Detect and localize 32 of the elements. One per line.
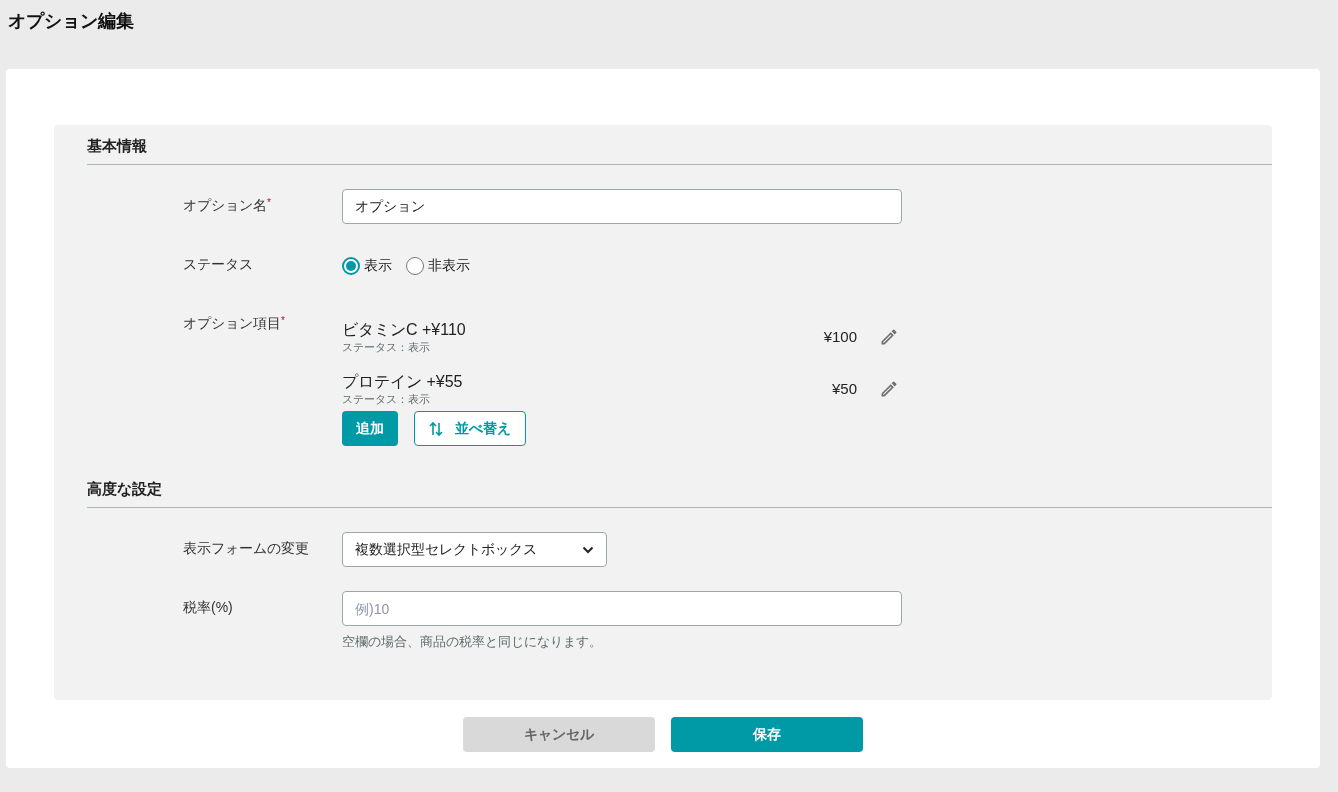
field-label: オプション項目	[183, 314, 281, 333]
tax-rate-field[interactable]: 例)10	[342, 591, 902, 626]
save-button[interactable]: 保存	[671, 717, 863, 752]
add-button[interactable]: 追加	[342, 411, 398, 446]
radio-button[interactable]	[342, 256, 360, 275]
option-name-field[interactable]: オプション	[342, 189, 902, 224]
item-name: ビタミンC +¥110	[342, 320, 466, 340]
form-type-select[interactable]: 複数選択型セレクトボックス	[342, 532, 607, 567]
item-price: ¥100	[823, 326, 857, 347]
sort-arrows-icon	[429, 420, 443, 437]
sort-button[interactable]: 並べ替え	[414, 411, 526, 446]
required-asterisk: *	[267, 196, 271, 208]
radio-label: 表示	[364, 256, 392, 275]
help-text: 空欄の場合、商品の税率と同じになります。	[342, 633, 603, 651]
chevron-down-icon	[582, 545, 594, 554]
item-status: ステータス：表示	[342, 340, 431, 354]
field-label: ステータス	[183, 255, 253, 274]
pencil-icon[interactable]	[879, 379, 899, 399]
item-status: ステータス：表示	[342, 392, 431, 406]
item-price: ¥50	[831, 378, 857, 399]
radio-button[interactable]	[406, 256, 424, 275]
cancel-button[interactable]: キャンセル	[463, 717, 655, 752]
section-heading: 高度な設定	[87, 478, 1272, 508]
field-label: 表示フォームの変更	[183, 539, 309, 558]
page-title: オプション編集	[7, 10, 135, 33]
item-name: プロテイン +¥55	[342, 372, 463, 392]
section-heading: 基本情報	[87, 135, 1272, 165]
radio-label: 非表示	[428, 256, 470, 275]
required-asterisk: *	[281, 314, 285, 326]
field-label: 税率(%)	[183, 598, 233, 617]
pencil-icon[interactable]	[879, 327, 899, 347]
field-label: オプション名	[183, 196, 267, 215]
